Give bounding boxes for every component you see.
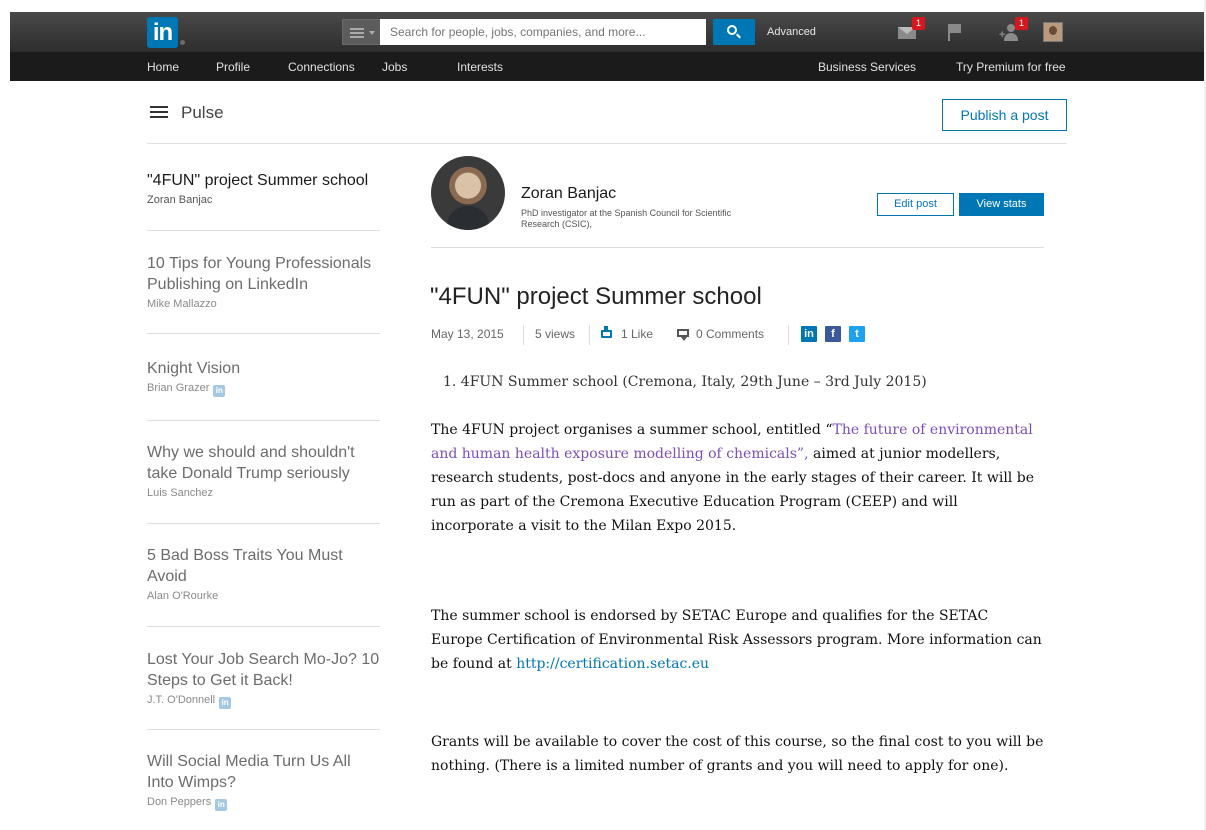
search-input[interactable] <box>380 19 706 45</box>
facebook-share-icon[interactable]: f <box>825 326 841 342</box>
twitter-share-icon[interactable]: t <box>849 326 865 342</box>
sidebar-item-author: Brian Grazer in <box>147 382 380 397</box>
messages-button[interactable]: 1 <box>898 17 925 43</box>
author-name[interactable]: Zoran Banjac <box>521 185 616 203</box>
add-connections-button[interactable]: + 1 <box>999 17 1028 43</box>
like-icon[interactable] <box>601 326 613 338</box>
article-paragraph: Grants will be available to cover the co… <box>431 734 1044 774</box>
sidebar-item-title: "4FUN" project Summer school <box>147 172 369 189</box>
sidebar-item-title: Will Social Media Turn Us All Into Wimps… <box>147 753 351 791</box>
sidebar-item-title: Lost Your Job Search Mo-Jo? 10 Steps to … <box>147 651 380 689</box>
divider <box>523 325 524 345</box>
linkedin-influencer-icon: in <box>219 697 232 709</box>
divider <box>147 333 380 334</box>
comment-icon[interactable] <box>677 329 689 341</box>
connections-badge: 1 <box>1015 17 1028 30</box>
certification-link[interactable]: http://certification.setac.eu <box>516 656 709 672</box>
list-icon <box>350 28 364 38</box>
article-paragraph: The summer school is endorsed by SETAC E… <box>431 608 1042 672</box>
top-bar: in Advanced 1 + 1 <box>10 12 1204 52</box>
divider <box>788 325 789 345</box>
article-paragraph: The 4FUN project organises a summer scho… <box>431 422 1034 534</box>
divider <box>147 143 1067 144</box>
sidebar-item-title: Why we should and shouldn't take Donald … <box>147 444 355 482</box>
sidebar-item[interactable]: "4FUN" project Summer school Zoran Banja… <box>147 170 380 206</box>
divider <box>147 523 380 524</box>
search-category-dropdown[interactable] <box>342 19 380 45</box>
sidebar-item-title: 5 Bad Boss Traits You Must Avoid <box>147 547 343 585</box>
comment-count[interactable]: 0 Comments <box>696 327 764 341</box>
sidebar-item-title: Knight Vision <box>147 360 241 377</box>
nav-interests[interactable]: Interests <box>457 60 503 74</box>
linkedin-share-icon[interactable]: in <box>801 326 817 342</box>
publish-post-button[interactable]: Publish a post <box>942 99 1067 131</box>
sidebar-item-author: Mike Mallazzo <box>147 298 217 310</box>
sidebar-item-author: Luis Sanchez <box>147 487 214 499</box>
linkedin-influencer-icon: in <box>215 799 228 811</box>
chevron-down-icon <box>369 31 375 35</box>
nav-connections[interactable]: Connections <box>288 60 355 74</box>
divider <box>147 230 380 231</box>
linkedin-influencer-icon: in <box>213 385 226 397</box>
author-avatar[interactable] <box>431 156 505 230</box>
sidebar-item-author: J.T. O'Donnell in <box>147 694 380 709</box>
sidebar-item[interactable]: Knight Vision Brian Grazer in <box>147 358 380 397</box>
main-nav: Home Profile Connections Jobs Interests … <box>10 52 1204 81</box>
like-count[interactable]: 1 Like <box>621 327 653 341</box>
sidebar-item-author: Alan O'Rourke <box>147 590 219 602</box>
divider <box>147 729 380 730</box>
pulse-label[interactable]: Pulse <box>181 103 224 123</box>
nav-home[interactable]: Home <box>147 60 179 74</box>
view-stats-button[interactable]: View stats <box>959 193 1044 216</box>
search-icon <box>727 25 737 35</box>
article-date: May 13, 2015 <box>431 327 504 341</box>
sidebar-item[interactable]: Lost Your Job Search Mo-Jo? 10 Steps to … <box>147 649 380 709</box>
divider <box>589 325 590 345</box>
divider <box>431 247 1044 248</box>
sidebar-item-author: Don Peppers in <box>147 796 380 811</box>
divider <box>147 626 380 627</box>
edit-post-button[interactable]: Edit post <box>877 193 954 216</box>
article-views: 5 views <box>535 327 576 341</box>
nav-profile[interactable]: Profile <box>216 60 250 74</box>
menu-icon[interactable] <box>150 106 168 118</box>
sidebar-item[interactable]: 10 Tips for Young Professionals Publishi… <box>147 253 380 310</box>
sidebar-item-title: 10 Tips for Young Professionals Publishi… <box>147 255 372 293</box>
author-headline: PhD investigator at the Spanish Council … <box>521 208 732 229</box>
logo-dot <box>180 40 185 45</box>
nav-business-services[interactable]: Business Services <box>818 60 916 74</box>
linkedin-logo[interactable]: in <box>147 17 178 48</box>
divider <box>147 420 380 421</box>
sidebar-item[interactable]: 5 Bad Boss Traits You Must Avoid Alan O'… <box>147 545 380 602</box>
search-button[interactable] <box>713 19 755 45</box>
notifications-button[interactable] <box>946 21 966 43</box>
article-title: "4FUN" project Summer school <box>430 283 762 310</box>
article-list-item: 1. 4FUN Summer school (Cremona, Italy, 2… <box>443 374 927 390</box>
nav-try-premium[interactable]: Try Premium for free <box>956 60 1066 74</box>
nav-jobs[interactable]: Jobs <box>382 60 407 74</box>
sidebar-item-author: Zoran Banjac <box>147 194 213 206</box>
advanced-search-link[interactable]: Advanced <box>767 26 816 38</box>
sidebar-item[interactable]: Why we should and shouldn't take Donald … <box>147 442 380 499</box>
account-avatar[interactable] <box>1043 22 1063 42</box>
messages-badge: 1 <box>912 17 925 30</box>
sidebar-item[interactable]: Will Social Media Turn Us All Into Wimps… <box>147 751 380 811</box>
